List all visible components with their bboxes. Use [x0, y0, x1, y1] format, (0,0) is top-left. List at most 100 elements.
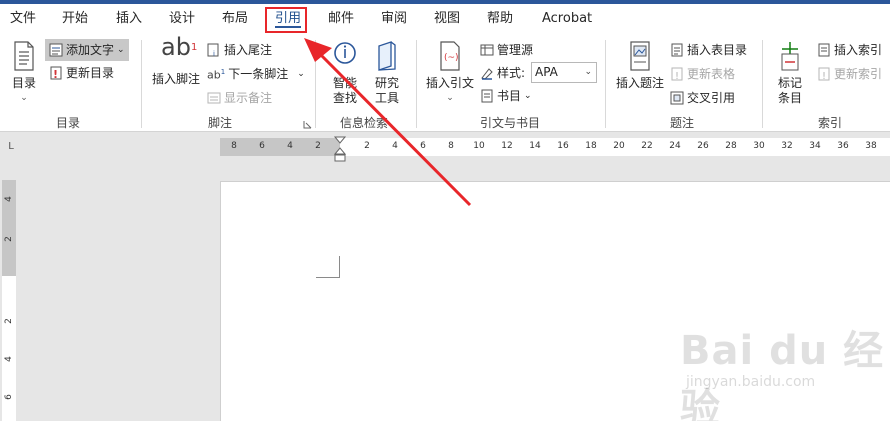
update-toc-icon: ! [50, 66, 62, 80]
smart-lookup-button[interactable]: 智能 查找 [328, 40, 362, 106]
style-select[interactable]: APA ⌄ [531, 62, 597, 83]
insert-footnote-button[interactable]: ab 1 插入脚注 [150, 33, 202, 87]
cross-reference-button[interactable]: 交叉引用 [670, 87, 735, 109]
group-label-research: 信息检索 [340, 116, 389, 130]
tab-insert[interactable]: 插入 [116, 4, 142, 34]
ruler-number: 2 [315, 141, 321, 151]
ruler-number: 32 [781, 141, 793, 151]
add-text-icon [49, 43, 63, 57]
insert-footnote-label: 插入脚注 [151, 72, 200, 86]
ruler-number: 2 [4, 236, 14, 242]
chevron-down-icon: ⌄ [524, 91, 532, 101]
next-footnote-icon: ab1 [207, 68, 226, 82]
update-index-icon: ! [818, 67, 830, 81]
mark-entry-button[interactable]: 标记 条目 [772, 40, 808, 106]
next-footnote-button[interactable]: ab1 下一条脚注 ⌄ [207, 63, 305, 85]
group-label-captions: 题注 [670, 116, 695, 130]
update-index-button[interactable]: ! 更新索引 [817, 63, 882, 85]
insert-citation-label: 插入引文 [425, 76, 474, 90]
chevron-down-icon: ⌄ [117, 45, 125, 55]
toc-button[interactable]: 目录 ⌄ [6, 40, 42, 106]
mark-entry-label-1: 标记 [777, 76, 802, 90]
bibliography-icon [481, 89, 493, 103]
svg-text:(~): (~) [444, 53, 459, 63]
vertical-ruler[interactable]: 4 2 2 4 6 [2, 180, 16, 421]
update-table-icon: ! [671, 67, 683, 81]
insert-caption-button[interactable]: 插入题注 [614, 40, 666, 91]
ruler-number: 10 [473, 141, 485, 151]
research-tools-button[interactable]: 研究 工具 [370, 40, 404, 106]
next-footnote-label: 下一条脚注 [228, 67, 289, 81]
ruler-number: 14 [529, 141, 541, 151]
style-label: 样式: [480, 62, 525, 84]
ruler-number: 6 [420, 141, 426, 151]
tab-help[interactable]: 帮助 [487, 4, 513, 34]
dialog-launcher-icon[interactable] [303, 120, 312, 129]
group-separator [315, 40, 316, 128]
ruler-number: 28 [725, 141, 737, 151]
show-notes-button[interactable]: 显示备注 [207, 87, 272, 109]
tab-selector[interactable]: L [0, 138, 22, 156]
toc-icon [14, 41, 34, 71]
group-separator [762, 40, 763, 128]
insert-caption-icon [630, 41, 650, 71]
ribbon-tab-bar: 文件 开始 插入 设计 布局 引用 邮件 审阅 视图 帮助 Acrobat [0, 4, 890, 34]
insert-citation-button[interactable]: (~) 插入引文 ⌄ [424, 40, 476, 106]
watermark-main: Bai du 经验 [680, 328, 885, 421]
smart-lookup-label-1: 智能 [332, 76, 357, 90]
svg-text:!: ! [53, 68, 58, 80]
update-toc-label: 更新目录 [66, 66, 115, 80]
insert-table-of-figures-button[interactable]: 插入表目录 [670, 39, 747, 61]
chevron-down-icon: ⌄ [20, 93, 28, 103]
footnote-icon: ab 1 [161, 33, 198, 61]
chevron-down-icon: ⌄ [446, 93, 454, 103]
manage-sources-button[interactable]: 管理源 [480, 39, 533, 61]
group-label-index: 索引 [818, 116, 843, 130]
ruler-number: 22 [641, 141, 653, 151]
indent-marker-icon[interactable] [334, 136, 346, 162]
research-tools-label-2: 工具 [374, 91, 399, 105]
ruler-number: 34 [809, 141, 821, 151]
ruler-number: 38 [865, 141, 877, 151]
tab-design[interactable]: 设计 [169, 4, 195, 34]
group-separator [416, 40, 417, 128]
insert-index-icon [818, 43, 830, 57]
mark-entry-icon [781, 42, 799, 71]
bibliography-button[interactable]: 书目 ⌄ [480, 85, 532, 107]
research-tools-icon [378, 41, 396, 71]
ruler-left-margin [220, 138, 340, 156]
tab-home[interactable]: 开始 [62, 4, 88, 34]
add-text-button[interactable]: 添加文字 ⌄ [45, 39, 129, 61]
mark-entry-label-2: 条目 [777, 91, 802, 105]
update-table-button[interactable]: ! 更新表格 [670, 63, 735, 85]
cross-reference-icon [670, 91, 684, 105]
tab-review[interactable]: 审阅 [381, 4, 407, 34]
insert-endnote-label: 插入尾注 [224, 43, 273, 57]
update-index-label: 更新索引 [834, 67, 883, 81]
ruler-number: 12 [501, 141, 513, 151]
tab-view[interactable]: 视图 [434, 4, 460, 34]
ruler-number: 20 [613, 141, 625, 151]
tab-layout[interactable]: 布局 [222, 4, 248, 34]
tab-mailings[interactable]: 邮件 [328, 4, 354, 34]
manage-sources-icon [480, 44, 494, 56]
insert-index-button[interactable]: 插入索引 [817, 39, 882, 61]
ruler-number: 24 [669, 141, 681, 151]
manage-sources-label: 管理源 [497, 43, 534, 57]
group-separator [605, 40, 606, 128]
ruler-number: 4 [287, 141, 293, 151]
add-text-label: 添加文字 [66, 43, 115, 57]
tab-file[interactable]: 文件 [10, 4, 36, 34]
cross-reference-label: 交叉引用 [687, 91, 736, 105]
update-toc-button[interactable]: ! 更新目录 [49, 62, 114, 84]
smart-lookup-label-2: 查找 [332, 91, 357, 105]
insert-caption-label: 插入题注 [615, 76, 664, 90]
tab-acrobat[interactable]: Acrobat [542, 4, 592, 34]
insert-endnote-button[interactable]: i 插入尾注 [207, 39, 272, 61]
table-of-figures-icon [671, 43, 683, 57]
horizontal-ruler[interactable]: 8 6 4 2 2 4 6 8 10 12 14 16 18 20 22 24 … [22, 138, 890, 156]
insert-index-label: 插入索引 [834, 43, 883, 57]
svg-text:!: ! [675, 71, 679, 81]
tab-references[interactable]: 引用 [275, 4, 302, 34]
group-label-citations: 引文与书目 [480, 116, 541, 130]
